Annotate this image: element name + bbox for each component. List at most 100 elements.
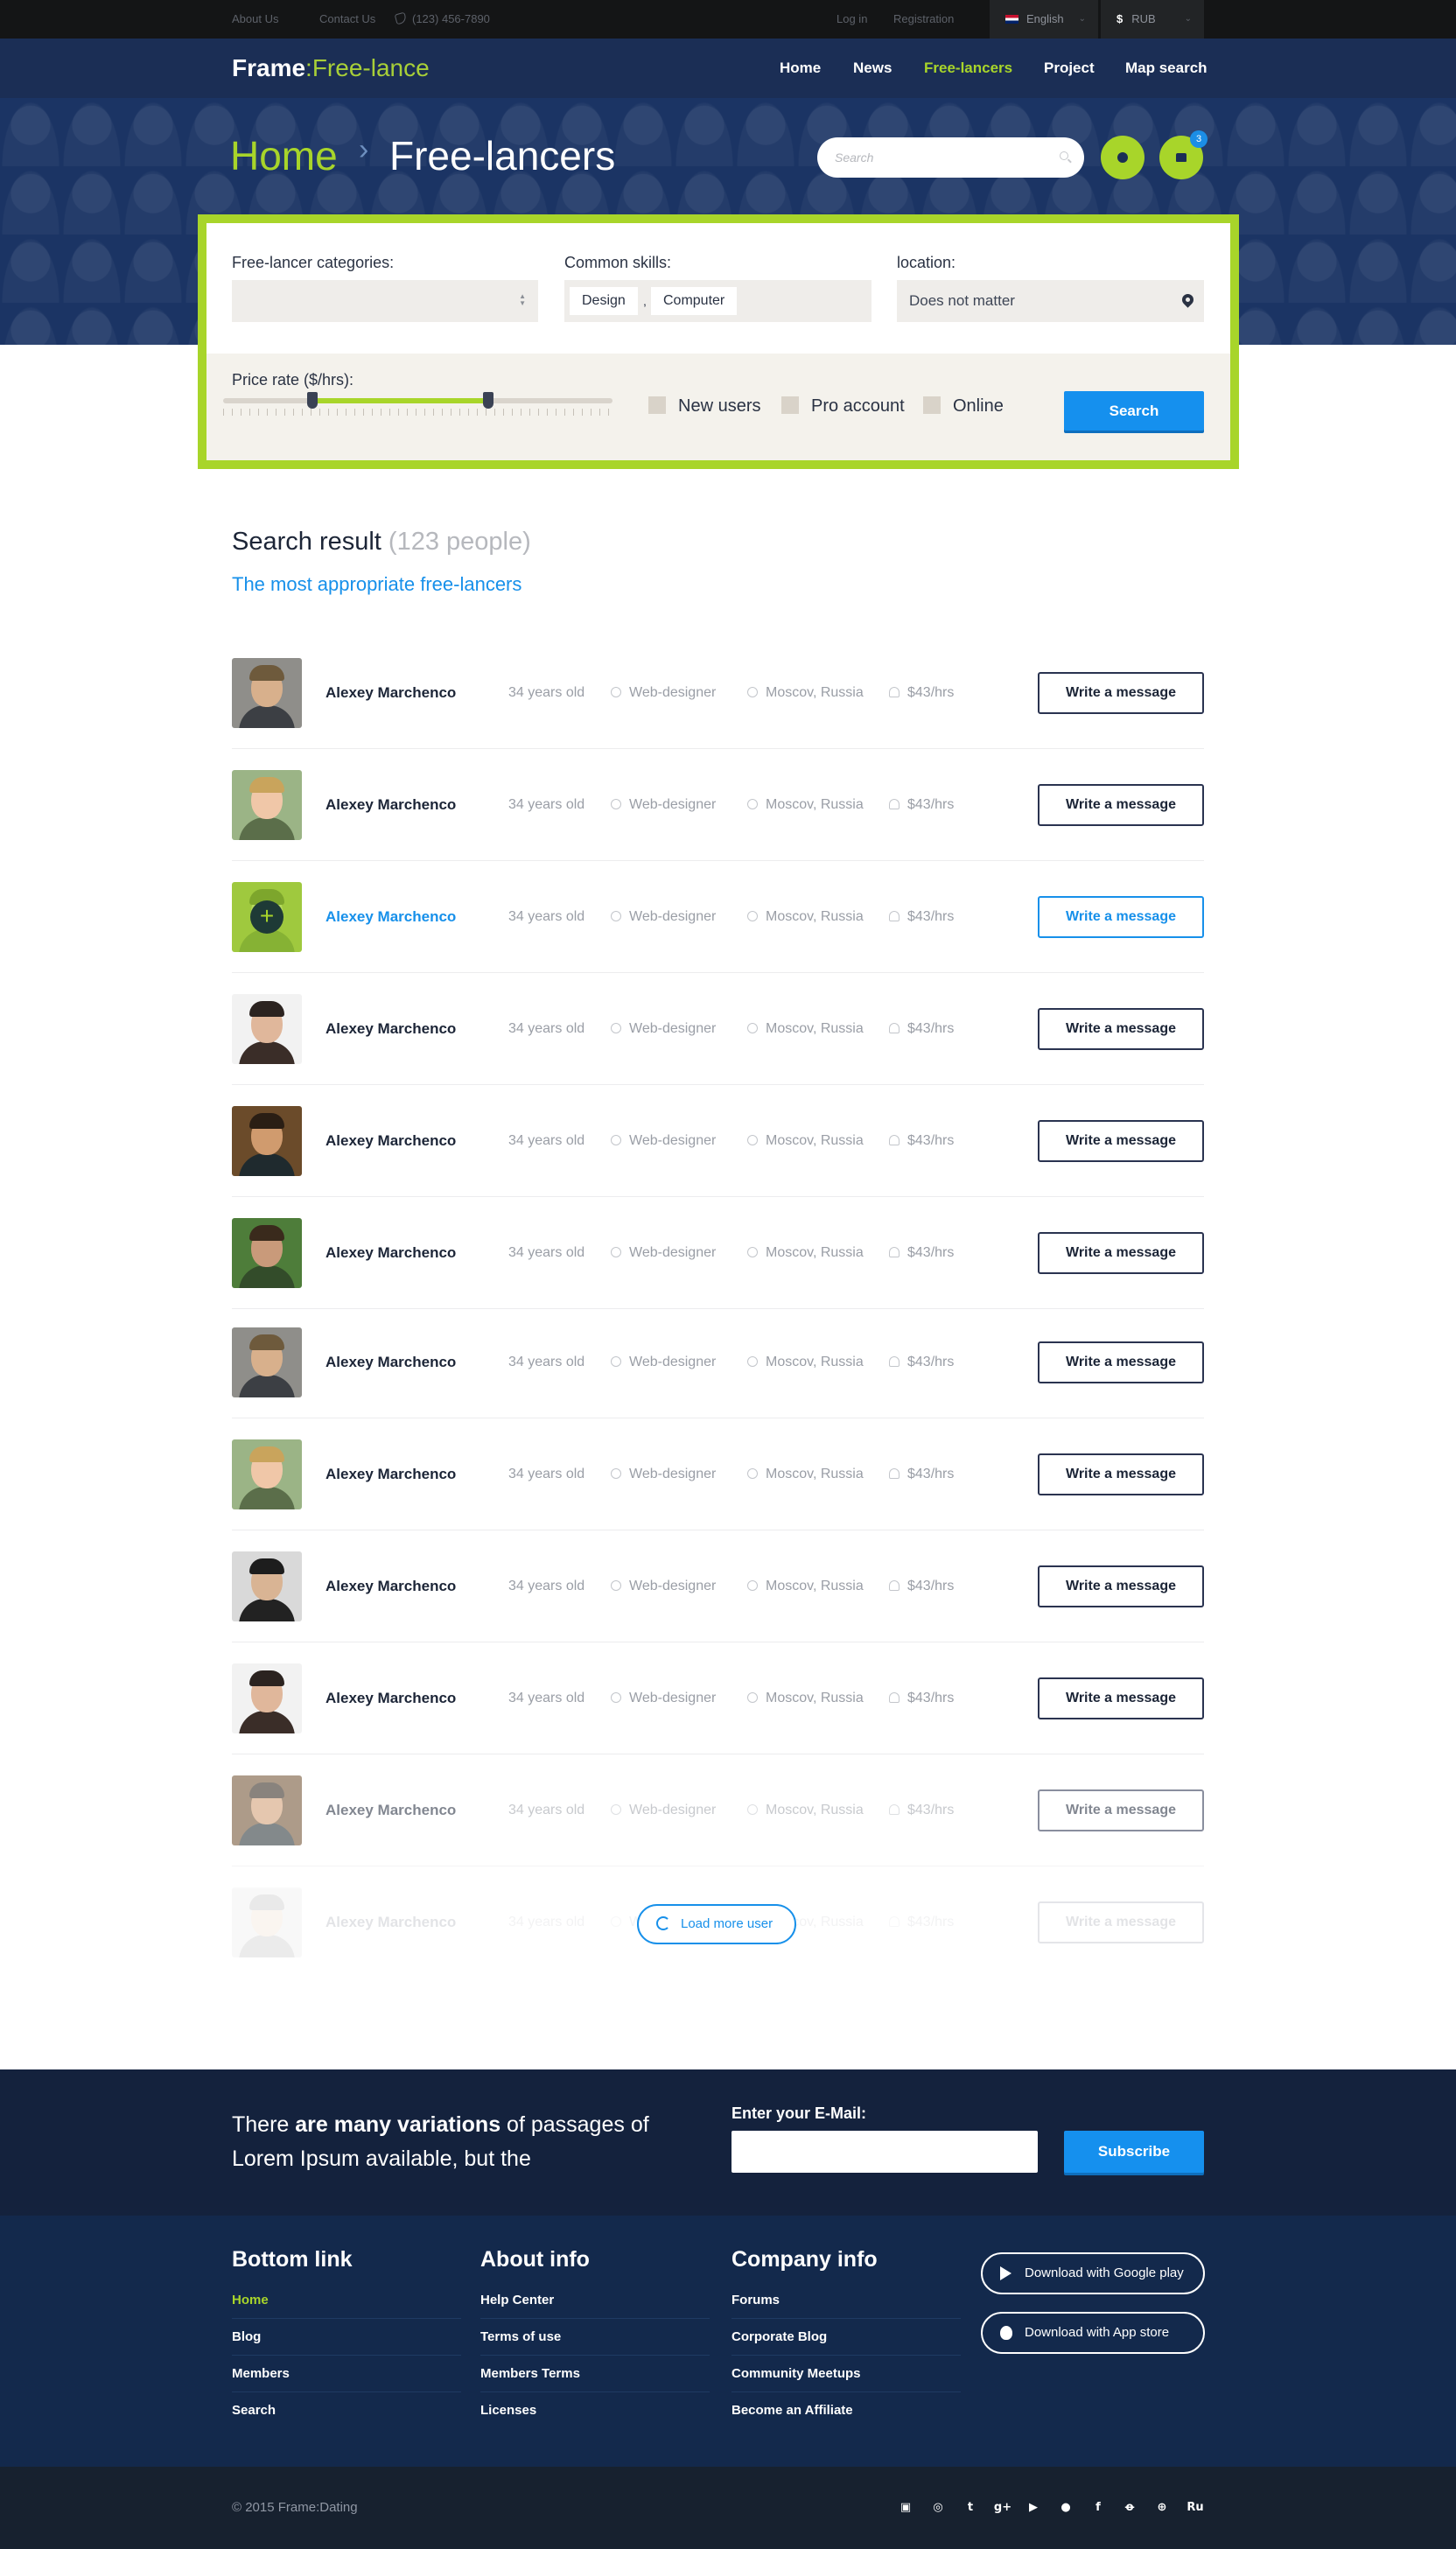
odnoklassniki-icon[interactable]: ꝋ [1120, 2498, 1139, 2517]
write-message-button[interactable]: Write a message [1038, 1789, 1204, 1831]
footer-column-title: Company info [732, 2247, 878, 2272]
about-link[interactable]: About Us [232, 0, 278, 39]
skills-input[interactable]: Design , Computer [564, 280, 872, 322]
footer-link-corporate-blog[interactable]: Corporate Blog [732, 2319, 961, 2356]
avatar[interactable] [232, 1106, 302, 1176]
registration-link[interactable]: Registration [893, 0, 954, 39]
avatar[interactable] [232, 770, 302, 840]
footer-link-blog[interactable]: Blog [232, 2319, 461, 2356]
nav-map-search[interactable]: Map search [1125, 39, 1208, 98]
avatar[interactable] [232, 1663, 302, 1733]
tumblr-icon[interactable]: t [961, 2498, 980, 2517]
checkbox-online[interactable]: Online [923, 396, 1004, 417]
freelancer-name[interactable]: Alexey Marchenco [326, 1754, 456, 1866]
app-store-button[interactable]: Download with App store [981, 2312, 1205, 2354]
write-message-button[interactable]: Write a message [1038, 1677, 1204, 1719]
footer-link-home[interactable]: Home [232, 2282, 461, 2319]
freelancer-name[interactable]: Alexey Marchenco [326, 1306, 456, 1418]
avatar[interactable] [232, 1887, 302, 1957]
freelancer-name[interactable]: Alexey Marchenco [326, 1866, 456, 1978]
freelancer-name[interactable]: Alexey Marchenco [326, 1197, 456, 1309]
checkbox-new-users[interactable]: New users [648, 396, 760, 417]
subscribe-button[interactable]: Subscribe [1064, 2131, 1204, 2173]
skill-tag-design[interactable]: Design [570, 287, 638, 315]
nav-free-lancers[interactable]: Free-lancers [924, 39, 1012, 98]
facebook-icon[interactable]: f [1088, 2498, 1108, 2517]
footer-link-licenses[interactable]: Licenses [480, 2392, 710, 2429]
load-more-button[interactable]: Load more user [637, 1904, 796, 1944]
footer-link-search[interactable]: Search [232, 2392, 461, 2429]
breadcrumb-home[interactable]: Home [230, 130, 338, 182]
freelancer-name[interactable]: Alexey Marchenco [326, 637, 456, 749]
search-icon[interactable] [1060, 151, 1068, 160]
nav-project[interactable]: Project [1044, 39, 1095, 98]
write-message-button[interactable]: Write a message [1038, 1453, 1204, 1495]
add-contact-icon[interactable]: + [250, 900, 284, 934]
location-select[interactable]: Does not matter [897, 280, 1204, 322]
dribbble-icon[interactable]: ◎ [928, 2498, 948, 2517]
write-message-button[interactable]: Write a message [1038, 1565, 1204, 1607]
footer-link-community-meetups[interactable]: Community Meetups [732, 2356, 961, 2392]
avatar[interactable] [232, 658, 302, 728]
freelancer-role: Web-designer [611, 1642, 716, 1754]
freelancer-name[interactable]: Alexey Marchenco [326, 1085, 456, 1197]
write-message-button[interactable]: Write a message [1038, 672, 1204, 714]
avatar[interactable] [232, 1218, 302, 1288]
footer-link-help-center[interactable]: Help Center [480, 2282, 710, 2319]
freelancer-name[interactable]: Alexey Marchenco [326, 1530, 456, 1642]
price-slider[interactable] [223, 392, 612, 409]
notifications-button[interactable] [1101, 136, 1144, 179]
blogger-icon[interactable]: ▣ [896, 2498, 915, 2517]
folder-button[interactable]: 3 [1159, 130, 1208, 179]
price-slider-min-handle[interactable] [307, 392, 318, 409]
write-message-button[interactable]: Write a message [1038, 1232, 1204, 1274]
avatar[interactable] [232, 994, 302, 1064]
write-message-button[interactable]: Write a message [1038, 896, 1204, 938]
nav-home[interactable]: Home [780, 39, 821, 98]
google-plus-icon[interactable]: g+ [993, 2498, 1012, 2517]
footer-link-members[interactable]: Members [232, 2356, 461, 2392]
avatar[interactable] [232, 1775, 302, 1845]
login-link[interactable]: Log in [836, 0, 867, 39]
checkbox-box[interactable] [648, 396, 666, 414]
google-play-button[interactable]: Download with Google play [981, 2252, 1205, 2294]
search-button[interactable]: Search [1064, 391, 1204, 431]
footer-link-become-affiliate[interactable]: Become an Affiliate [732, 2392, 961, 2429]
globe-icon[interactable]: ⊕ [1152, 2498, 1172, 2517]
contact-link[interactable]: Contact Us [319, 0, 375, 39]
freelancer-name[interactable]: Alexey Marchenco [326, 861, 456, 973]
write-message-button[interactable]: Write a message [1038, 1901, 1204, 1943]
nav-news[interactable]: News [853, 39, 892, 98]
price-slider-max-handle[interactable] [482, 392, 494, 409]
write-message-button[interactable]: Write a message [1038, 784, 1204, 826]
checkbox-box[interactable] [923, 396, 941, 414]
ru-icon[interactable]: Ru [1186, 2498, 1205, 2517]
logo[interactable]: Frame:Free-lance [232, 54, 430, 82]
freelancer-name[interactable]: Alexey Marchenco [326, 1418, 456, 1530]
avatar[interactable] [232, 1327, 302, 1397]
footer-link-terms-of-use[interactable]: Terms of use [480, 2319, 710, 2356]
footer-link-forums[interactable]: Forums [732, 2282, 961, 2319]
freelancer-name[interactable]: Alexey Marchenco [326, 1642, 456, 1754]
categories-select[interactable]: ▲ ▼ [232, 280, 538, 322]
folder-icon [1176, 153, 1186, 162]
language-select[interactable]: English ⌄ [990, 0, 1098, 39]
email-field[interactable] [732, 2131, 1038, 2173]
search-input[interactable] [835, 137, 1045, 178]
avatar[interactable] [232, 1551, 302, 1621]
freelancer-name[interactable]: Alexey Marchenco [326, 973, 456, 1085]
currency-select[interactable]: $ RUB ⌄ [1101, 0, 1204, 39]
briefcase-icon [611, 1356, 621, 1367]
write-message-button[interactable]: Write a message [1038, 1008, 1204, 1050]
checkbox-box[interactable] [781, 396, 799, 414]
skill-tag-computer[interactable]: Computer [651, 287, 738, 315]
skype-icon[interactable]: ● [1056, 2498, 1075, 2517]
avatar[interactable] [232, 1439, 302, 1509]
write-message-button[interactable]: Write a message [1038, 1341, 1204, 1383]
footer-link-members-terms[interactable]: Members Terms [480, 2356, 710, 2392]
avatar[interactable]: + [232, 882, 302, 952]
checkbox-pro-account[interactable]: Pro account [781, 396, 905, 417]
youtube-icon[interactable]: ▶ [1024, 2498, 1043, 2517]
write-message-button[interactable]: Write a message [1038, 1120, 1204, 1162]
freelancer-name[interactable]: Alexey Marchenco [326, 749, 456, 861]
